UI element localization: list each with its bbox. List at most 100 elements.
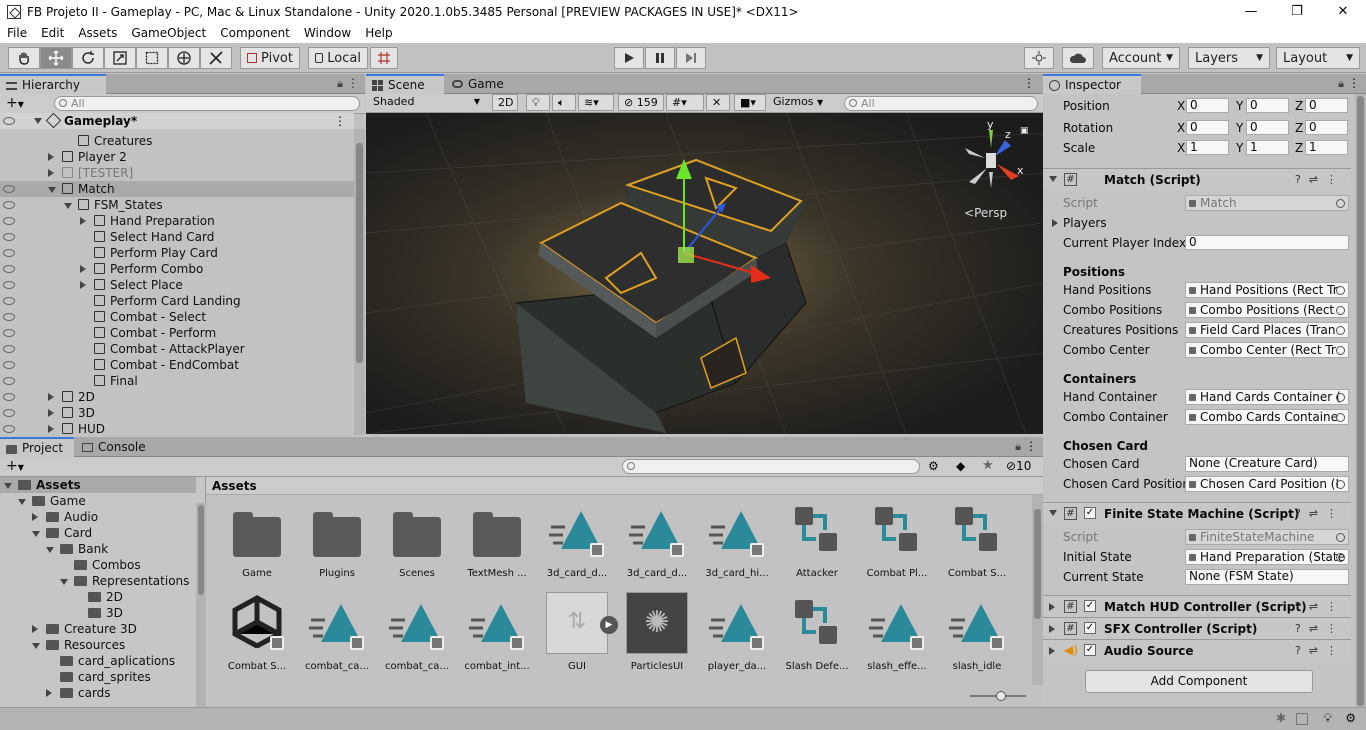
expand-arrow-icon[interactable] xyxy=(80,265,86,273)
hierarchy-search-input[interactable]: All xyxy=(54,96,360,111)
match-script-header[interactable]: # Match (Script) ?⇌⋮ xyxy=(1043,168,1351,190)
project-tree-item[interactable]: Representations xyxy=(0,573,196,589)
visibility-eye-icon[interactable] xyxy=(3,201,15,209)
visibility-eye-icon[interactable] xyxy=(3,297,15,305)
hand-tool-button[interactable] xyxy=(8,47,40,69)
visibility-eye-icon[interactable] xyxy=(3,377,15,385)
visibility-eye-icon[interactable] xyxy=(3,185,15,193)
grid-dropdown[interactable]: #▾ xyxy=(666,94,704,111)
progress-icon[interactable] xyxy=(1296,713,1308,725)
combo-container-field[interactable]: Combo Cards Containe xyxy=(1185,409,1349,425)
combo-positions-field[interactable]: Combo Positions (Rect xyxy=(1185,302,1349,318)
gizmos-dropdown[interactable]: Gizmos ▼ xyxy=(768,94,836,111)
search-by-type-icon[interactable]: ⚙ xyxy=(928,459,939,473)
tab-console[interactable]: Console xyxy=(76,437,160,457)
fsm-script-header[interactable]: # ✓ Finite State Machine (Script) ?⇌⋮ xyxy=(1043,502,1351,524)
asset-item[interactable]: Scenes xyxy=(378,495,456,585)
hierarchy-item[interactable]: Match xyxy=(0,181,354,197)
expand-arrow-icon[interactable] xyxy=(48,187,56,193)
minimize-button[interactable]: — xyxy=(1228,0,1274,23)
project-tree-item[interactable]: cards xyxy=(0,685,196,701)
visibility-eye-icon[interactable] xyxy=(3,393,15,401)
more-menu-icon[interactable]: ⋮ xyxy=(1025,439,1037,453)
visibility-eye-icon[interactable] xyxy=(3,345,15,353)
expand-arrow-icon[interactable] xyxy=(48,169,54,177)
creatures-positions-field[interactable]: Field Card Places (Tran xyxy=(1185,322,1349,338)
menu-help[interactable]: Help xyxy=(358,26,399,40)
hierarchy-item[interactable]: Select Place xyxy=(0,277,354,293)
expand-arrow-icon[interactable] xyxy=(32,625,38,633)
expand-arrow-icon[interactable] xyxy=(32,643,40,649)
asset-item[interactable]: slash_idle xyxy=(938,588,1016,678)
sfx-controller-header[interactable]: # ✓ SFX Controller (Script) ?⇌⋮ xyxy=(1043,617,1351,639)
hierarchy-item[interactable]: [TESTER] xyxy=(0,165,354,181)
asset-item[interactable]: Combat S... xyxy=(938,495,1016,585)
asset-item[interactable]: Combat S... xyxy=(218,588,296,678)
hierarchy-item[interactable]: Combat - EndCombat xyxy=(0,357,354,373)
hierarchy-item[interactable]: Combat - Perform xyxy=(0,325,354,341)
move-tool-button[interactable] xyxy=(40,47,72,69)
position-z-field[interactable]: 0 xyxy=(1305,98,1348,113)
asset-item[interactable]: Slash Defe... xyxy=(778,588,856,678)
component-actions-icon[interactable]: ?⇌⋮ xyxy=(1295,600,1345,613)
menu-edit[interactable]: Edit xyxy=(34,26,71,40)
component-actions-icon[interactable]: ?⇌⋮ xyxy=(1295,173,1345,186)
tab-project[interactable]: Project xyxy=(0,437,74,457)
create-plus-button[interactable]: +▼ xyxy=(6,95,24,111)
initial-state-field[interactable]: Hand Preparation (State xyxy=(1185,549,1349,565)
lock-icon[interactable]: 🔒︎ xyxy=(1015,440,1021,454)
expand-arrow-icon[interactable] xyxy=(48,425,54,433)
chosen-card-position-field[interactable]: Chosen Card Position (I xyxy=(1185,476,1349,492)
hierarchy-scroll-thumb[interactable] xyxy=(356,143,363,363)
hierarchy-item[interactable]: Player 2 xyxy=(0,149,354,165)
scene-3d-view[interactable]: y z x <Persp ▣ xyxy=(366,113,1043,434)
expand-arrow-icon[interactable] xyxy=(34,118,42,124)
asset-item[interactable]: 3d_card_d... xyxy=(538,495,616,585)
scene-search-input[interactable]: All xyxy=(844,96,1038,111)
close-button[interactable]: ✕ xyxy=(1320,0,1366,23)
component-enabled-checkbox[interactable]: ✓ xyxy=(1084,622,1096,634)
expand-arrow-icon[interactable] xyxy=(1049,510,1057,516)
project-tree-item[interactable]: Resources xyxy=(0,637,196,653)
menu-component[interactable]: Component xyxy=(213,26,297,40)
layout-dropdown[interactable]: Layout ▼ xyxy=(1276,47,1360,69)
expand-arrow-icon[interactable] xyxy=(46,689,52,697)
players-foldout[interactable]: Players xyxy=(1052,216,1107,230)
match-hud-controller-header[interactable]: # ✓ Match HUD Controller (Script) ?⇌⋮ xyxy=(1043,595,1351,617)
scene-more-icon[interactable]: ⋮ xyxy=(334,113,346,129)
gizmo-lock-icon[interactable]: ▣ xyxy=(1020,126,1029,136)
hierarchy-item[interactable]: Creatures xyxy=(0,133,354,149)
create-plus-button[interactable]: +▼ xyxy=(6,458,24,474)
tab-hierarchy[interactable]: Hierarchy xyxy=(0,74,106,94)
visibility-eye-icon[interactable] xyxy=(3,217,15,225)
visibility-eye-icon[interactable] xyxy=(3,265,15,273)
audio-toggle[interactable]: 🔈︎ xyxy=(552,94,576,111)
bug-icon[interactable]: ✱ xyxy=(1276,711,1286,725)
project-tree-item[interactable]: card_aplications xyxy=(0,653,196,669)
tab-scene[interactable]: Scene xyxy=(366,74,444,94)
local-toggle[interactable]: Local xyxy=(308,47,368,69)
expand-arrow-icon[interactable] xyxy=(18,499,26,505)
slider-handle[interactable] xyxy=(996,691,1006,701)
hierarchy-scrollbar[interactable] xyxy=(354,129,365,435)
expand-arrow-icon[interactable] xyxy=(80,217,86,225)
project-tree-scroll-thumb[interactable] xyxy=(198,505,204,595)
asset-item[interactable]: Attacker xyxy=(778,495,856,585)
asset-item[interactable]: TextMesh ... xyxy=(458,495,536,585)
component-enabled-checkbox[interactable]: ✓ xyxy=(1084,644,1096,656)
position-x-field[interactable]: 0 xyxy=(1186,98,1229,113)
project-tree-item[interactable]: Bank xyxy=(0,541,196,557)
lock-icon[interactable]: 🔒︎ xyxy=(1338,77,1344,91)
expand-arrow-icon[interactable] xyxy=(80,281,86,289)
hidden-objects-toggle[interactable]: ⊘ 159 xyxy=(618,94,664,111)
project-tree-item[interactable]: 2D xyxy=(0,589,196,605)
cloud-button[interactable] xyxy=(1062,47,1094,69)
lock-icon[interactable]: 🔒︎ xyxy=(337,77,343,91)
inspector-scrollbar[interactable] xyxy=(1355,94,1366,707)
hierarchy-item[interactable]: Final xyxy=(0,373,354,389)
hidden-packages-toggle[interactable]: ⊘10 xyxy=(1006,459,1031,473)
rect-tool-button[interactable] xyxy=(136,47,168,69)
asset-item[interactable]: player_da... xyxy=(698,588,776,678)
hierarchy-item[interactable]: Select Hand Card xyxy=(0,229,354,245)
project-tree-item[interactable]: 3D xyxy=(0,605,196,621)
